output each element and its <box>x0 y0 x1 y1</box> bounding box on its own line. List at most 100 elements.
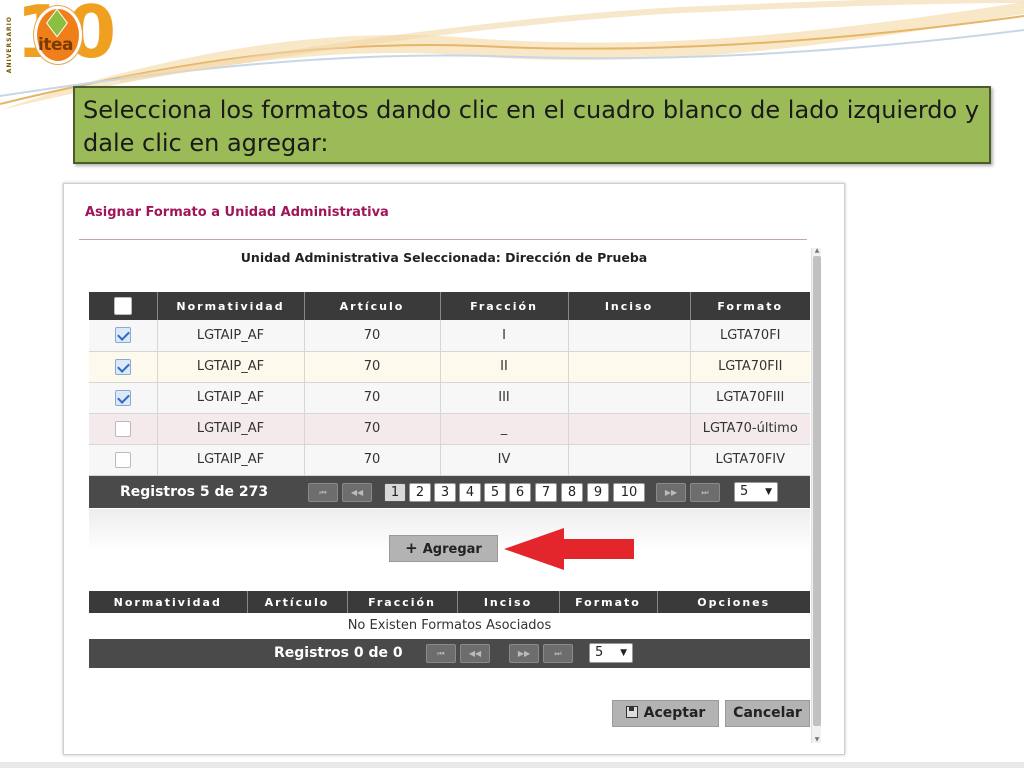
cell-formato: LGTA70-último <box>690 413 810 445</box>
column-formato[interactable]: Formato <box>559 591 658 613</box>
page-number-button[interactable]: 7 <box>535 483 557 502</box>
page-size-select[interactable]: 5 ▼ <box>589 643 633 663</box>
assigned-formats-table: Normatividad Artículo Fracción Inciso Fo… <box>89 591 810 640</box>
available-formats-table: Normatividad Artículo Fracción Inciso Fo… <box>89 292 810 476</box>
cell-normatividad: LGTAIP_AF <box>157 351 305 383</box>
instruction-banner: Selecciona los formatos dando clic en el… <box>73 86 991 164</box>
empty-message: No Existen Formatos Asociados <box>89 613 810 640</box>
cell-articulo: 70 <box>304 413 441 445</box>
column-normatividad[interactable]: Normatividad <box>157 292 305 320</box>
row-select-cell <box>89 413 158 445</box>
cell-normatividad: LGTAIP_AF <box>157 382 305 414</box>
column-fraccion[interactable]: Fracción <box>347 591 458 613</box>
table-header-row: Normatividad Artículo Fracción Inciso Fo… <box>89 591 810 613</box>
column-articulo[interactable]: Artículo <box>247 591 348 613</box>
scroll-down-icon[interactable]: ▼ <box>813 737 821 743</box>
table-row[interactable]: LGTAIP_AF 70 II LGTA70FII <box>89 351 810 383</box>
cell-inciso <box>568 413 691 445</box>
page-size-value: 5 <box>595 645 604 660</box>
column-articulo[interactable]: Artículo <box>304 292 441 320</box>
column-formato[interactable]: Formato <box>690 292 810 320</box>
first-page-button[interactable]: ⏮ <box>426 644 456 663</box>
available-formats-pager: Registros 5 de 273 ⏮ ◀◀ 1 2 3 4 5 6 7 8 9 10 ▶▶ ⏭… <box>89 476 810 508</box>
assign-format-dialog: Asignar Formato a Unidad Administrativa … <box>63 183 845 755</box>
page-size-value: 5 <box>740 484 749 499</box>
page-number-button[interactable]: 9 <box>587 483 609 502</box>
cell-formato: LGTA70FI <box>690 320 810 352</box>
cell-normatividad: LGTAIP_AF <box>157 444 305 476</box>
column-opciones[interactable]: Opciones <box>657 591 810 613</box>
table-row[interactable]: LGTAIP_AF 70 IV LGTA70FIV <box>89 444 810 476</box>
page-number-button[interactable]: 3 <box>434 483 456 502</box>
scroll-up-icon[interactable]: ▲ <box>813 248 821 254</box>
table-row[interactable]: LGTAIP_AF 70 _ LGTA70-último <box>89 413 810 445</box>
row-select-cell <box>89 382 158 414</box>
page-number-button[interactable]: 8 <box>561 483 583 502</box>
table-header-row: Normatividad Artículo Fracción Inciso Fo… <box>89 292 810 320</box>
table-row[interactable]: LGTAIP_AF 70 III LGTA70FIII <box>89 382 810 414</box>
page-number-button[interactable]: 10 <box>613 483 645 502</box>
last-page-button[interactable]: ⏭ <box>690 483 720 502</box>
row-select-cell <box>89 351 158 383</box>
logo-text: itea <box>38 35 73 55</box>
cancel-button[interactable]: Cancelar <box>725 700 810 727</box>
cell-fraccion: III <box>440 382 569 414</box>
cell-inciso <box>568 444 691 476</box>
scrollbar-thumb[interactable] <box>813 256 821 726</box>
cell-formato: LGTA70FIII <box>690 382 810 414</box>
dialog-title: Asignar Formato a Unidad Administrativa <box>85 205 389 220</box>
select-all-header <box>89 292 158 320</box>
cell-formato: LGTA70FIV <box>690 444 810 476</box>
accept-button[interactable]: Aceptar <box>612 700 719 727</box>
row-checkbox[interactable] <box>114 358 131 375</box>
next-page-button[interactable]: ▶▶ <box>509 644 539 663</box>
cell-articulo: 70 <box>304 382 441 414</box>
plus-icon: + <box>405 539 418 557</box>
cell-articulo: 70 <box>304 351 441 383</box>
cell-articulo: 70 <box>304 320 441 352</box>
cell-articulo: 70 <box>304 444 441 476</box>
row-checkbox[interactable] <box>114 451 131 468</box>
add-button-label: Agregar <box>422 542 482 557</box>
chevron-down-icon: ▼ <box>620 648 627 658</box>
page-number-button[interactable]: 4 <box>459 483 481 502</box>
page-number-button[interactable]: 5 <box>484 483 506 502</box>
column-inciso[interactable]: Inciso <box>457 591 560 613</box>
page-number-button[interactable]: 1 <box>384 483 406 502</box>
accept-button-label: Aceptar <box>643 705 706 721</box>
dialog-scrollbar[interactable]: ▲ ▼ <box>811 248 821 743</box>
column-inciso[interactable]: Inciso <box>568 292 691 320</box>
cell-normatividad: LGTAIP_AF <box>157 320 305 352</box>
row-checkbox[interactable] <box>114 389 131 406</box>
first-page-button[interactable]: ⏮ <box>308 483 338 502</box>
last-page-button[interactable]: ⏭ <box>543 644 573 663</box>
table-row[interactable]: LGTAIP_AF 70 I LGTA70FI <box>89 320 810 352</box>
column-normatividad[interactable]: Normatividad <box>89 591 248 613</box>
row-select-cell <box>89 444 158 476</box>
cell-fraccion: II <box>440 351 569 383</box>
cell-fraccion: IV <box>440 444 569 476</box>
logo-anniversary-text: ANIVERSARIO <box>6 16 13 74</box>
cell-fraccion: _ <box>440 413 569 445</box>
cell-fraccion: I <box>440 320 569 352</box>
selected-unit-label: Unidad Administrativa Seleccionada: Dire… <box>240 250 648 265</box>
page-number-button[interactable]: 2 <box>409 483 431 502</box>
add-button[interactable]: + Agregar <box>389 535 498 562</box>
cell-inciso <box>568 382 691 414</box>
red-pointer-arrow-icon <box>504 528 634 570</box>
column-fraccion[interactable]: Fracción <box>440 292 569 320</box>
prev-page-button[interactable]: ◀◀ <box>342 483 372 502</box>
itea-logo: ANIVERSARIO 10 itea <box>4 0 116 82</box>
next-page-button[interactable]: ▶▶ <box>656 483 686 502</box>
assigned-formats-pager: Registros 0 de 0 ⏮ ◀◀ ▶▶ ⏭ 5 ▼ <box>89 639 810 668</box>
title-divider <box>79 239 807 240</box>
chevron-down-icon: ▼ <box>765 487 772 497</box>
records-count: Registros 5 de 273 <box>120 484 269 500</box>
page-size-select[interactable]: 5 ▼ <box>734 482 778 502</box>
page-number-button[interactable]: 6 <box>509 483 531 502</box>
select-all-checkbox[interactable] <box>113 297 132 315</box>
row-checkbox[interactable] <box>114 420 131 437</box>
prev-page-button[interactable]: ◀◀ <box>460 644 490 663</box>
row-checkbox[interactable] <box>114 327 131 344</box>
cell-inciso <box>568 320 691 352</box>
